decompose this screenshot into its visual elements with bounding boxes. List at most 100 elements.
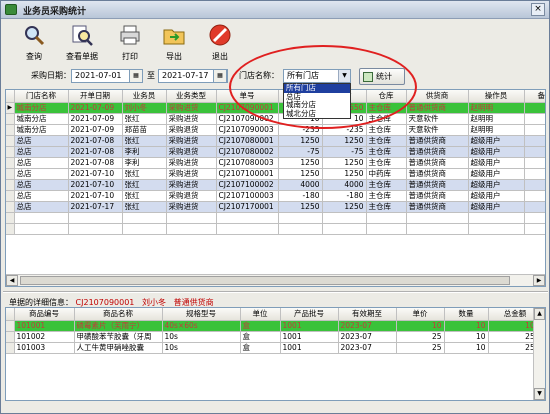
table-cell <box>524 179 545 191</box>
splitter[interactable] <box>3 291 548 293</box>
column-header[interactable]: 单位 <box>240 308 281 321</box>
table-cell: 超级用户 <box>468 157 525 169</box>
column-header[interactable]: 有效期至 <box>338 308 397 321</box>
table-cell: 刘小冬 <box>122 102 167 114</box>
table-cell <box>524 223 545 235</box>
column-header[interactable]: 开单日期 <box>68 90 123 103</box>
row-selector[interactable]: ▶ <box>6 102 15 114</box>
table-cell: 盒 <box>240 342 281 354</box>
table-cell: 普通供货商 <box>406 146 469 158</box>
table-cell: 2021-07-09 <box>68 113 123 125</box>
row-selector[interactable] <box>6 157 15 169</box>
table-cell: 采购退货 <box>166 124 217 136</box>
table-row[interactable]: 101001磷霉素片（芙雨宁）40s×60s盒10012023-07101010… <box>6 320 543 332</box>
table-row[interactable]: 101003人工牛黄甲硝唑胶囊10s盒10012023-072510250 <box>6 342 543 354</box>
table-cell: 主仓库 <box>366 201 407 213</box>
detail-vertical-scrollbar[interactable]: ▲ ▼ <box>533 308 545 400</box>
table-cell: 2023-07 <box>338 331 397 343</box>
table-row[interactable]: 101002甲磺酸苯苄胶囊（牙周10s盒10012023-072510250 <box>6 331 543 343</box>
column-header[interactable]: 备注 <box>524 90 545 103</box>
table-row[interactable]: 总店 2021-07-08 张红 采购进货 CJ2107080001 1250 1250 主仓… <box>6 135 545 147</box>
detail-supplier: 普通供货商 <box>173 298 214 307</box>
table-cell: 10 <box>444 320 489 332</box>
table-cell: 普通供货商 <box>406 179 469 191</box>
export-folder-icon <box>163 29 185 45</box>
table-cell <box>122 212 167 224</box>
column-header[interactable]: 规格型号 <box>162 308 241 321</box>
scroll-right-icon[interactable]: ▶ <box>533 275 545 286</box>
table-cell: 张红 <box>122 179 167 191</box>
table-cell: 10 <box>444 342 489 354</box>
table-cell: 1250 <box>278 135 323 147</box>
print-button[interactable]: 打印 <box>107 23 153 65</box>
table-cell: 总店 <box>14 201 69 213</box>
table-cell: 张红 <box>122 168 167 180</box>
row-selector[interactable] <box>6 190 15 202</box>
table-cell: 2021-07-09 <box>68 102 123 114</box>
row-selector[interactable] <box>6 342 15 354</box>
query-button[interactable]: 查询 <box>11 23 57 65</box>
row-selector[interactable] <box>6 146 15 158</box>
table-cell: CJ2107090003 <box>216 124 279 136</box>
row-selector[interactable] <box>6 135 15 147</box>
row-selector[interactable] <box>6 168 15 180</box>
date-from-calendar-icon[interactable]: ▦ <box>129 69 143 83</box>
column-header[interactable]: 操作员 <box>468 90 525 103</box>
row-selector[interactable] <box>6 179 15 191</box>
table-cell <box>68 223 123 235</box>
table-cell: CJ2107080002 <box>216 146 279 158</box>
row-selector[interactable] <box>6 331 15 343</box>
scroll-down-icon[interactable]: ▼ <box>534 388 545 400</box>
table-cell <box>216 223 279 235</box>
table-cell: 采购进货 <box>166 179 217 191</box>
table-cell <box>68 212 123 224</box>
column-header[interactable]: 商品编号 <box>14 308 75 321</box>
main-horizontal-scrollbar[interactable]: ◀ ▶ <box>6 274 545 286</box>
table-cell: 25 <box>396 331 445 343</box>
column-header[interactable]: 单价 <box>396 308 445 321</box>
detail-grid[interactable]: 商品编号 商品名称 规格型号 单位 产品批号 有效期至 单价 数量 总金额 101001 磷霉素片… <box>5 307 546 401</box>
column-header[interactable]: 业务员 <box>122 90 167 103</box>
column-header[interactable]: 商品名称 <box>74 308 163 321</box>
row-selector[interactable] <box>6 201 15 213</box>
column-header[interactable]: 数量 <box>444 308 489 321</box>
table-cell: 总店 <box>14 146 69 158</box>
scroll-up-icon[interactable]: ▲ <box>534 308 545 320</box>
table-row[interactable]: 总店 2021-07-10 张红 采购进货 CJ2107100001 1250 1250 中药… <box>6 168 545 180</box>
table-cell: 2021-07-10 <box>68 168 123 180</box>
table-cell: 2021-07-08 <box>68 135 123 147</box>
table-cell: 10 <box>444 331 489 343</box>
table-row[interactable]: 总店 2021-07-10 张红 采购进货 CJ2107100002 4000 4000 主仓… <box>6 179 545 191</box>
date-label: 采购日期： <box>31 71 71 80</box>
table-cell: 40s×60s <box>162 320 241 332</box>
column-header[interactable]: 业务类型 <box>166 90 217 103</box>
table-cell <box>524 201 545 213</box>
table-cell: 采购进货 <box>166 113 217 125</box>
table-cell: 超级用户 <box>468 168 525 180</box>
date-to-calendar-icon[interactable]: ▦ <box>213 69 227 83</box>
export-button[interactable]: 导出 <box>151 23 197 65</box>
scroll-thumb[interactable] <box>20 276 510 285</box>
table-row[interactable]: 总店 2021-07-17 张红 采购进货 CJ2107170001 1250 1250 主仓… <box>6 201 545 213</box>
table-row[interactable]: 城南分店 2021-07-09 郑苗苗 采购退货 CJ2107090003 -235 -23… <box>6 124 545 136</box>
table-cell: 天意软件 <box>406 113 469 125</box>
table-cell: 1001 <box>280 331 339 343</box>
table-row[interactable]: 总店 2021-07-10 张红 采购退货 CJ2107100003 -180 -180 主仓… <box>6 190 545 202</box>
table-cell: 2021-07-08 <box>68 157 123 169</box>
scroll-left-icon[interactable]: ◀ <box>6 275 18 286</box>
table-cell: 10s <box>162 342 241 354</box>
row-selector[interactable] <box>6 113 15 125</box>
view-document-button[interactable]: 查看单据 <box>59 23 105 65</box>
table-cell: 总店 <box>14 179 69 191</box>
row-selector[interactable] <box>6 320 15 332</box>
table-cell: 张红 <box>122 190 167 202</box>
table-row[interactable]: 总店 2021-07-08 李利 采购退货 CJ2107080002 -75 -75 主仓库普… <box>6 146 545 158</box>
table-row[interactable]: 总店 2021-07-08 李利 采购进货 CJ2107080003 1250 1250 主仓… <box>6 157 545 169</box>
exit-button[interactable]: 退出 <box>197 23 243 65</box>
table-cell: 人工牛黄甲硝唑胶囊 <box>74 342 163 354</box>
column-header[interactable]: 门店名称 <box>14 90 69 103</box>
table-cell <box>524 124 545 136</box>
close-button[interactable]: × <box>531 3 545 16</box>
row-selector[interactable] <box>6 124 15 136</box>
column-header[interactable]: 产品批号 <box>280 308 339 321</box>
